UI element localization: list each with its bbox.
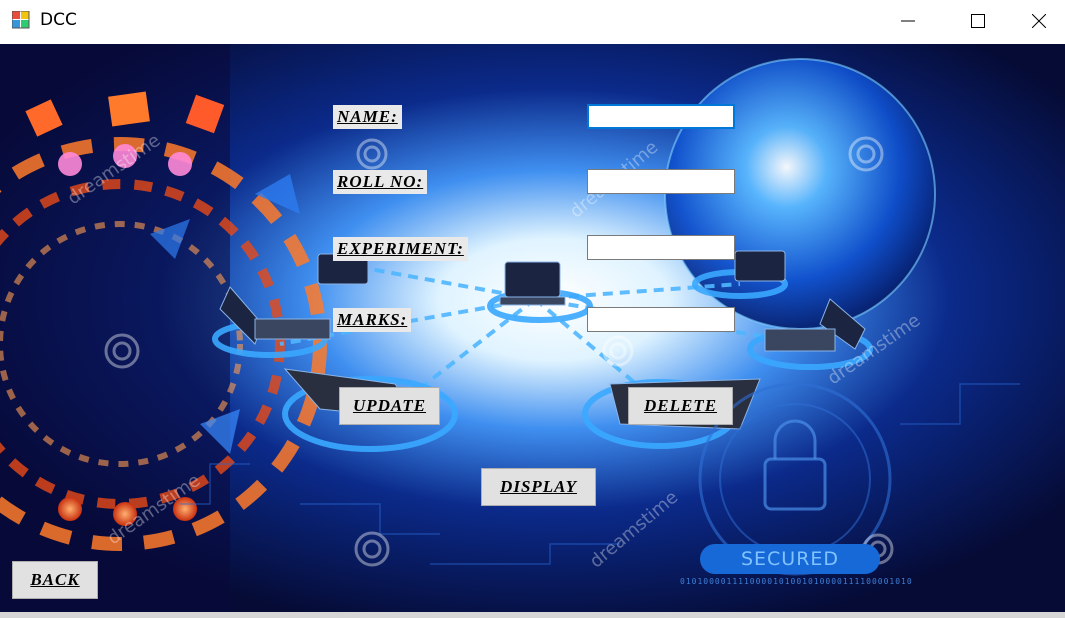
delete-button[interactable]: DELETE (628, 387, 733, 425)
title-bar: DCC (0, 0, 1065, 42)
marks-label: MARKS: (333, 308, 412, 332)
app-icon (12, 11, 30, 29)
rollno-input[interactable] (587, 169, 735, 194)
maximize-icon (971, 14, 985, 28)
experiment-label: EXPERIMENT: (333, 237, 468, 261)
name-label: NAME: (333, 105, 402, 129)
close-icon (1032, 14, 1046, 28)
update-button[interactable]: UPDATE (339, 387, 440, 425)
close-button[interactable] (1013, 0, 1065, 42)
window-bottom-edge (0, 612, 1065, 618)
experiment-input[interactable] (587, 235, 735, 260)
secured-badge: SECURED (700, 544, 880, 574)
back-button[interactable]: BACK (12, 561, 98, 599)
binary-text: 0101000011110000101001010000111100001010 (680, 577, 913, 586)
form-canvas: dreamstime dreamstime dreamstime dreamst… (0, 44, 1065, 612)
maximize-button[interactable] (943, 0, 1013, 42)
minimize-icon (901, 20, 915, 22)
window-title: DCC (40, 10, 77, 30)
minimize-button[interactable] (873, 0, 943, 42)
display-button[interactable]: DISPLAY (481, 468, 596, 506)
marks-input[interactable] (587, 307, 735, 332)
rollno-label: ROLL NO: (333, 170, 428, 194)
name-input[interactable] (587, 104, 735, 129)
